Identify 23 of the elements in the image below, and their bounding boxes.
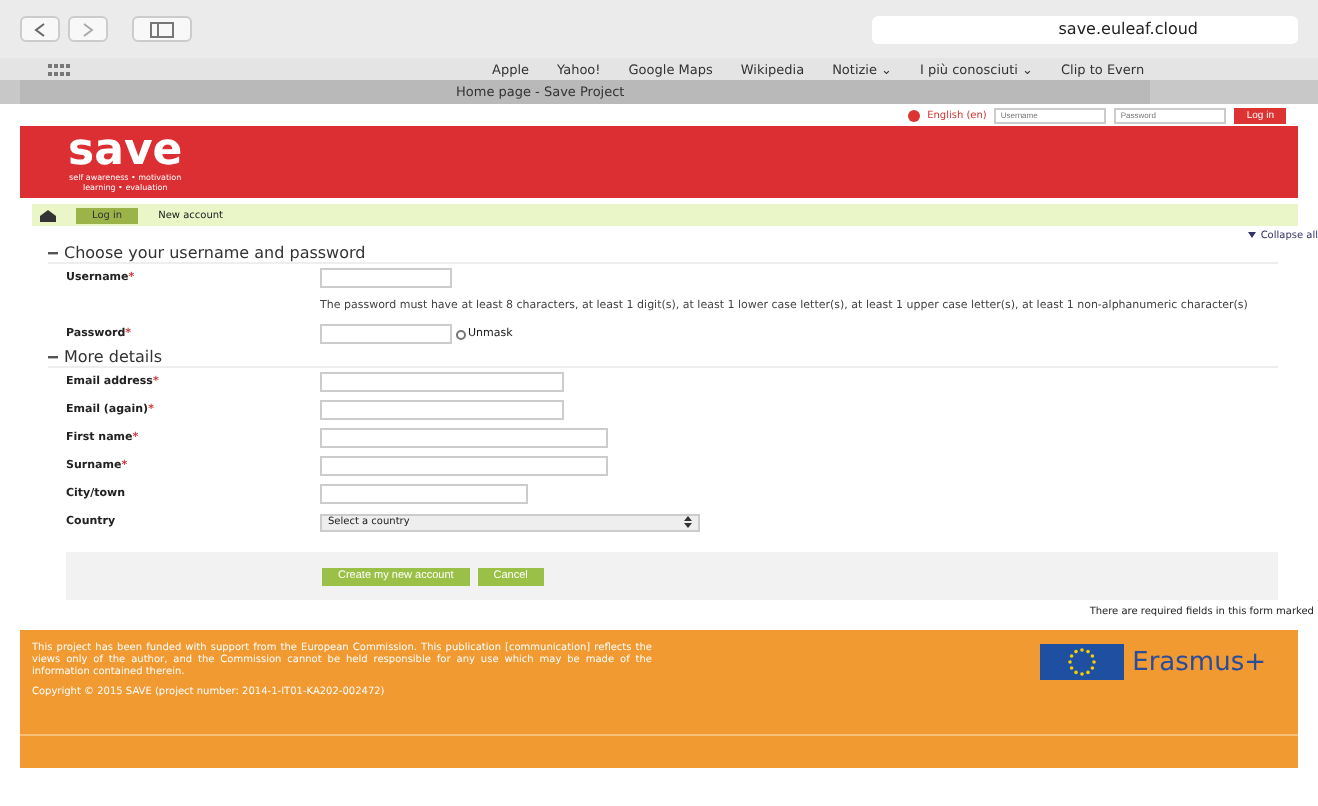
text-input[interactable] bbox=[320, 268, 452, 288]
updown-icon bbox=[684, 516, 692, 528]
back-icon bbox=[34, 21, 46, 37]
text-input[interactable] bbox=[320, 428, 608, 448]
section-heading[interactable]: Choose your username and password bbox=[64, 244, 366, 262]
section-heading[interactable]: More details bbox=[64, 348, 163, 366]
erasmus-logo-text: Erasmus+ bbox=[1132, 647, 1266, 677]
address-bar[interactable]: save.euleaf.cloud bbox=[872, 15, 1298, 43]
caret-icon bbox=[1248, 232, 1257, 238]
eu-flag-icon bbox=[1040, 644, 1125, 680]
sidebar-button[interactable] bbox=[132, 16, 192, 42]
apps-grid-icon bbox=[48, 63, 72, 75]
text-input[interactable] bbox=[320, 400, 564, 420]
back-button[interactable] bbox=[20, 16, 60, 42]
text-input[interactable] bbox=[320, 372, 564, 392]
password-input[interactable] bbox=[320, 324, 452, 344]
forward-icon bbox=[82, 21, 94, 37]
forward-button[interactable] bbox=[68, 16, 108, 42]
text-input[interactable] bbox=[320, 456, 608, 476]
text-input[interactable] bbox=[320, 484, 528, 504]
sidebar-icon bbox=[150, 21, 174, 37]
home-icon bbox=[40, 209, 56, 221]
unmask-checkbox[interactable] bbox=[456, 329, 466, 339]
